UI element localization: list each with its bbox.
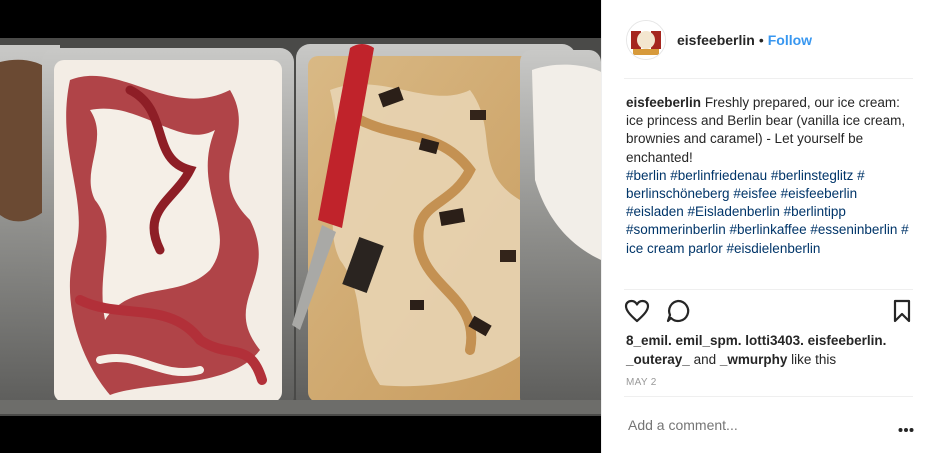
- post-date[interactable]: MAY 2: [626, 377, 657, 388]
- comment-input[interactable]: [626, 416, 880, 434]
- caption-username[interactable]: eisfeeberlin: [626, 95, 701, 110]
- post-caption: eisfeeberlin Freshly prepared, our ice c…: [626, 94, 916, 258]
- bookmark-icon[interactable]: [892, 299, 912, 328]
- post-header: eisfeeberlin • Follow: [602, 0, 935, 78]
- avatar[interactable]: [626, 20, 666, 60]
- ice-cream-photo: [0, 0, 601, 453]
- caption-hashtags[interactable]: #berlin #berlinfriedenau #berlinsteglitz…: [626, 168, 909, 256]
- comment-bubble-icon[interactable]: [666, 299, 692, 328]
- likes-and: and: [693, 351, 717, 367]
- likes-last-user[interactable]: _wmurphy: [720, 352, 788, 367]
- divider: [624, 396, 913, 397]
- more-options-icon[interactable]: [898, 420, 914, 438]
- username-link[interactable]: eisfeeberlin: [677, 32, 755, 48]
- divider: [624, 289, 913, 290]
- follow-button[interactable]: Follow: [768, 32, 812, 48]
- likes-suffix: like this: [791, 351, 837, 367]
- likes-summary: 8_emil. emil_spm. lotti3403. eisfeeberli…: [626, 332, 916, 369]
- heart-icon[interactable]: [624, 299, 650, 328]
- action-bar: [624, 299, 916, 327]
- separator-dot: •: [758, 32, 764, 48]
- divider: [624, 78, 913, 79]
- post-sidebar: eisfeeberlin • Follow eisfeeberlin Freshly…: [601, 0, 935, 453]
- post-photo[interactable]: [0, 0, 601, 453]
- avatar-icon: [627, 21, 665, 59]
